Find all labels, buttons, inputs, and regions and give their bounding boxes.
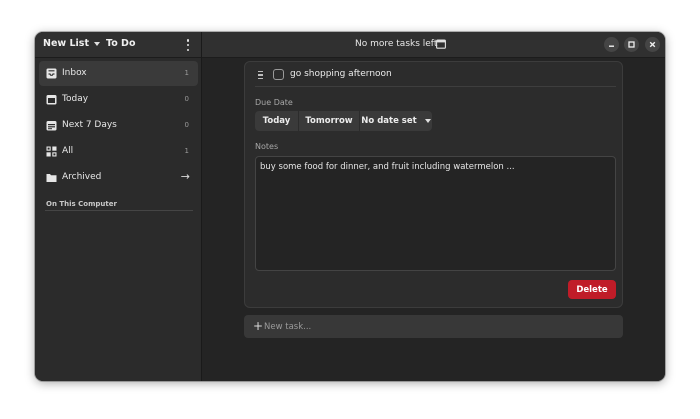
divider (255, 86, 616, 87)
maximize-button[interactable] (624, 37, 639, 52)
notes-label: Notes (255, 142, 279, 151)
calendar-week-icon (46, 121, 57, 131)
new-task-input[interactable] (264, 319, 604, 334)
new-task-entry[interactable]: + (244, 315, 623, 338)
due-date-button-group: Today Tomorrow No date set (255, 111, 432, 131)
sidebar-item-archived[interactable]: Archived → (39, 165, 198, 190)
item-count: 0 (184, 95, 189, 103)
item-count: 1 (184, 147, 189, 155)
sidebar-item-label: Today (62, 94, 89, 104)
calendar-today-icon (46, 95, 57, 105)
menu-icon[interactable] (184, 38, 192, 52)
minimize-button[interactable] (604, 37, 619, 52)
sidebar-item-label: Inbox (62, 68, 87, 78)
sidebar-item-all[interactable]: All 1 (39, 139, 198, 164)
drag-handle-icon[interactable] (258, 71, 263, 79)
delete-button[interactable]: Delete (568, 280, 616, 299)
item-count: 0 (184, 121, 189, 129)
section-label: On This Computer (46, 200, 117, 208)
item-count: 1 (184, 69, 189, 77)
sidebar-item-label: All (62, 146, 74, 156)
calendar-icon[interactable] (436, 39, 446, 49)
task-title[interactable]: go shopping afternoon (290, 69, 392, 79)
inbox-icon (46, 68, 57, 79)
sidebar-item-inbox[interactable]: Inbox 1 (39, 61, 198, 86)
minimize-icon (609, 45, 614, 47)
chevron-down-icon (424, 119, 431, 123)
plus-icon: + (253, 319, 264, 333)
header-title: No more tasks left (355, 39, 438, 49)
maximize-icon (628, 41, 635, 48)
notes-textarea[interactable]: buy some food for dinner, and fruit incl… (255, 156, 616, 271)
due-date-label: Due Date (255, 98, 293, 107)
tomorrow-button[interactable]: Tomorrow (299, 111, 360, 131)
project-title: To Do (106, 38, 136, 49)
chevron-down-icon (93, 42, 100, 46)
sidebar-item-next-7-days[interactable]: Next 7 Days 0 (39, 113, 198, 138)
close-icon (649, 41, 656, 48)
task-checkbox[interactable] (273, 69, 284, 80)
grid-icon (46, 146, 57, 157)
close-button[interactable] (645, 37, 660, 52)
date-picker-button[interactable]: No date set (360, 111, 432, 131)
sidebar-list: Inbox 1 Today 0 Next 7 Days 0 All 1 Arch… (39, 61, 198, 191)
date-picker-label: No date set (361, 116, 417, 126)
sidebar-item-label: Archived (62, 172, 102, 182)
today-button[interactable]: Today (255, 111, 299, 131)
sidebar-item-label: Next 7 Days (62, 120, 117, 130)
new-list-label: New List (43, 38, 89, 49)
sidebar-item-today[interactable]: Today 0 (39, 87, 198, 112)
folder-icon (46, 174, 57, 182)
main-pane: No more tasks left go shopping afternoon… (202, 32, 665, 381)
task-card: go shopping afternoon Due Date Today Tom… (244, 61, 623, 308)
sidebar: New List To Do Inbox 1 Today 0 Next 7 Da… (35, 32, 202, 381)
app-window: New List To Do Inbox 1 Today 0 Next 7 Da… (35, 32, 665, 381)
main-header: No more tasks left (202, 32, 665, 58)
section-divider (45, 210, 193, 211)
arrow-right-icon: → (180, 170, 190, 183)
sidebar-header: New List To Do (35, 32, 201, 58)
new-list-button[interactable]: New List (43, 38, 100, 49)
